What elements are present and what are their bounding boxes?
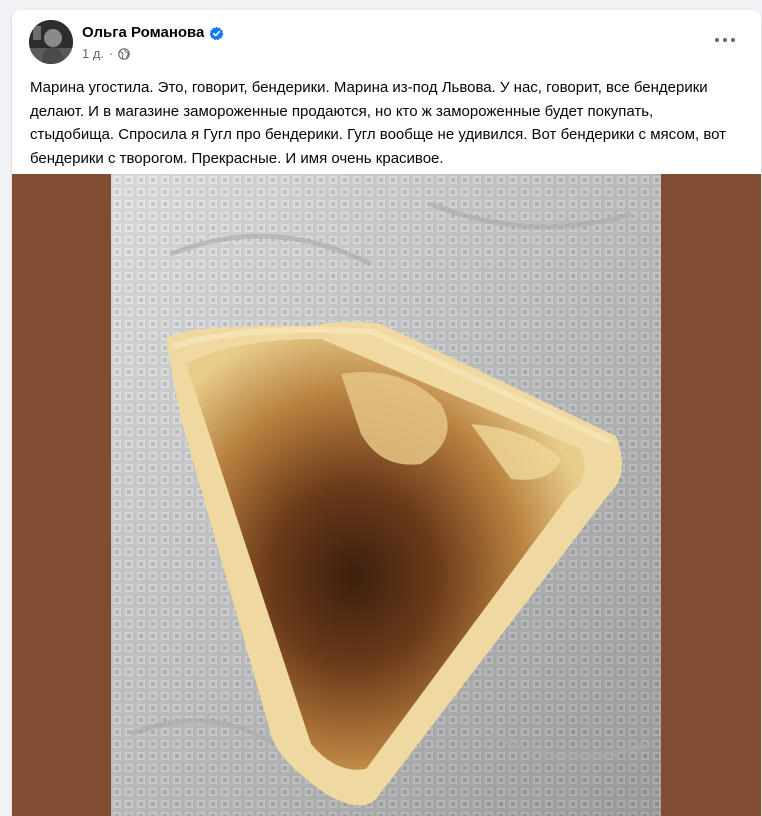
post-card: Ольга Романова 1 д. · Марина угостила. Э…: [12, 10, 761, 816]
more-dot: [731, 38, 735, 42]
author-name[interactable]: Ольга Романова: [82, 24, 204, 42]
post-text: Марина угостила. Это, говорит, бендерики…: [30, 79, 726, 167]
globe-icon[interactable]: [118, 48, 131, 60]
post-header: Ольга Романова 1 д. ·: [12, 10, 761, 70]
post-photo[interactable]: [12, 174, 761, 816]
more-options-icon[interactable]: [707, 28, 743, 52]
meta-separator: ·: [109, 46, 114, 61]
post-meta: 1 д. ·: [82, 46, 131, 62]
pastry-photo: [111, 174, 661, 816]
avatar-image: [29, 20, 73, 64]
author-line: Ольга Романова: [82, 24, 224, 42]
photo-content: [111, 174, 661, 816]
post-timestamp[interactable]: 1 д.: [82, 46, 104, 62]
more-dot: [723, 38, 727, 42]
more-dot: [715, 38, 719, 42]
avatar[interactable]: [29, 20, 73, 64]
verified-badge-icon: [209, 26, 224, 41]
